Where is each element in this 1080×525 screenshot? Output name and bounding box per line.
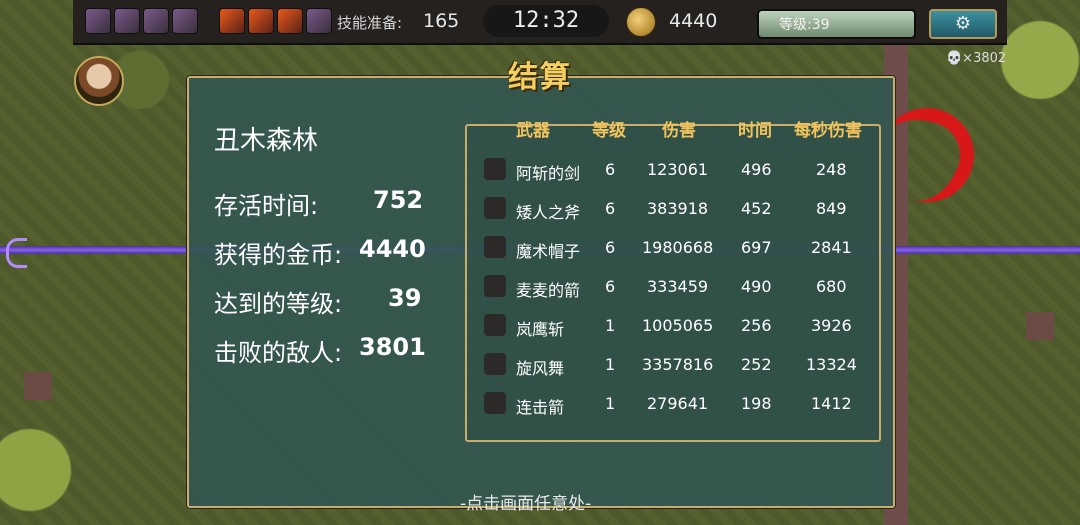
weapon-level: 6	[605, 199, 616, 218]
fire-sword-icon	[219, 8, 245, 34]
level-reached-value: 39	[388, 284, 422, 312]
multi-arrow-icon	[484, 392, 506, 414]
gold-earned-value: 4440	[359, 235, 426, 263]
weapon-name: 矮人之斧	[516, 203, 581, 222]
weapon-dps: 849	[816, 199, 847, 218]
game-timer: 12:32	[483, 5, 609, 37]
weapon-level: 1	[605, 394, 616, 413]
weapon-damage: 333459	[647, 277, 709, 296]
weapon-dps: 2841	[811, 238, 852, 257]
beam-origin	[6, 238, 27, 268]
player-avatar	[74, 56, 124, 106]
result-title: 结算	[508, 60, 572, 95]
weapon-name: 连击箭	[516, 398, 565, 417]
weapon-level: 6	[605, 238, 616, 257]
gold-amount: 4440	[669, 10, 718, 32]
weapon-dps: 1412	[811, 394, 852, 413]
top-hud: 技能准备: 165 12:32 4440 等级:39 ⚙	[73, 0, 1007, 45]
weapon-level: 6	[605, 160, 616, 179]
weapon-time: 252	[741, 355, 772, 374]
weapon-dps: 248	[816, 160, 847, 179]
header-weapon: 武器	[516, 121, 550, 141]
passive-slots	[219, 8, 332, 34]
weapon-level: 6	[605, 277, 616, 296]
sword-icon	[85, 8, 111, 34]
skill-ready-value: 165	[423, 10, 460, 32]
hat-icon	[484, 236, 506, 258]
weapon-dps: 3926	[811, 316, 852, 335]
dirt-patch	[24, 372, 52, 400]
weapon-damage: 383918	[647, 199, 709, 218]
gold-earned-label: 获得的金币:	[214, 241, 343, 269]
survival-time-value: 752	[373, 186, 424, 214]
survival-time-label: 存活时间:	[214, 192, 319, 220]
settings-button[interactable]: ⚙	[929, 9, 997, 39]
level-label: 等级:39	[779, 17, 830, 33]
table-row: 连击箭 1 279641 198 1412	[466, 386, 876, 422]
kill-counter: 💀×3802	[946, 51, 1007, 66]
axe-icon	[484, 197, 506, 219]
weapon-slots	[85, 8, 198, 34]
whirlwind-icon	[484, 353, 506, 375]
sword-icon	[484, 158, 506, 180]
table-row: 旋风舞 1 3357816 252 13324	[466, 347, 876, 383]
weapon-time: 256	[741, 316, 772, 335]
header-dps: 每秒伤害	[794, 121, 862, 141]
level-progress-bar: 等级:39	[757, 9, 916, 39]
table-row: 阿斩的剑 6 123061 496 248	[466, 152, 876, 188]
enemies-defeated-label: 击败的敌人:	[214, 339, 343, 367]
bow-icon	[484, 275, 506, 297]
dirt-patch	[1026, 312, 1054, 340]
weapon-time: 697	[741, 238, 772, 257]
level-reached-label: 达到的等级:	[214, 290, 343, 318]
weapon-level: 1	[605, 316, 616, 335]
stage-name: 丑木森林	[214, 126, 319, 156]
enemies-defeated-value: 3801	[359, 333, 426, 361]
hat-icon	[143, 8, 169, 34]
weapon-time: 452	[741, 199, 772, 218]
weapon-dps: 680	[816, 277, 847, 296]
fire-bow-icon	[306, 8, 332, 34]
table-row: 矮人之斧 6 383918 452 849	[466, 191, 876, 227]
weapon-damage: 279641	[647, 394, 709, 413]
gear-icon: ⚙	[954, 13, 972, 34]
weapon-damage: 1005065	[642, 316, 714, 335]
weapon-name: 岚鹰斩	[516, 320, 565, 339]
axe-icon	[114, 8, 140, 34]
weapon-name: 旋风舞	[516, 359, 565, 378]
weapon-level: 1	[605, 355, 616, 374]
weapon-time: 198	[741, 394, 772, 413]
weapon-damage: 1980668	[642, 238, 714, 257]
weapon-time: 496	[741, 160, 772, 179]
table-row: 魔术帽子 6 1980668 697 2841	[466, 230, 876, 266]
header-time: 时间	[738, 121, 772, 141]
table-row: 麦麦的箭 6 333459 490 680	[466, 269, 876, 305]
header-damage: 伤害	[662, 121, 696, 141]
weapon-name: 阿斩的剑	[516, 164, 581, 183]
fire-hat-icon	[277, 8, 303, 34]
header-level: 等级	[592, 121, 626, 141]
weapon-dps: 13324	[806, 355, 857, 374]
weapon-name: 麦麦的箭	[516, 281, 581, 300]
skill-ready-label: 技能准备:	[337, 14, 403, 32]
bow-icon	[172, 8, 198, 34]
gold-coin-icon	[626, 7, 656, 37]
weapon-damage: 123061	[647, 160, 709, 179]
table-row: 岚鹰斩 1 1005065 256 3926	[466, 308, 876, 344]
weapon-damage: 3357816	[642, 355, 714, 374]
weapon-name: 魔术帽子	[516, 242, 581, 261]
weapon-time: 490	[741, 277, 772, 296]
fire-axe-icon	[248, 8, 274, 34]
tap-anywhere-prompt[interactable]: -点击画面任意处-	[460, 489, 591, 514]
blade-icon	[484, 314, 506, 336]
